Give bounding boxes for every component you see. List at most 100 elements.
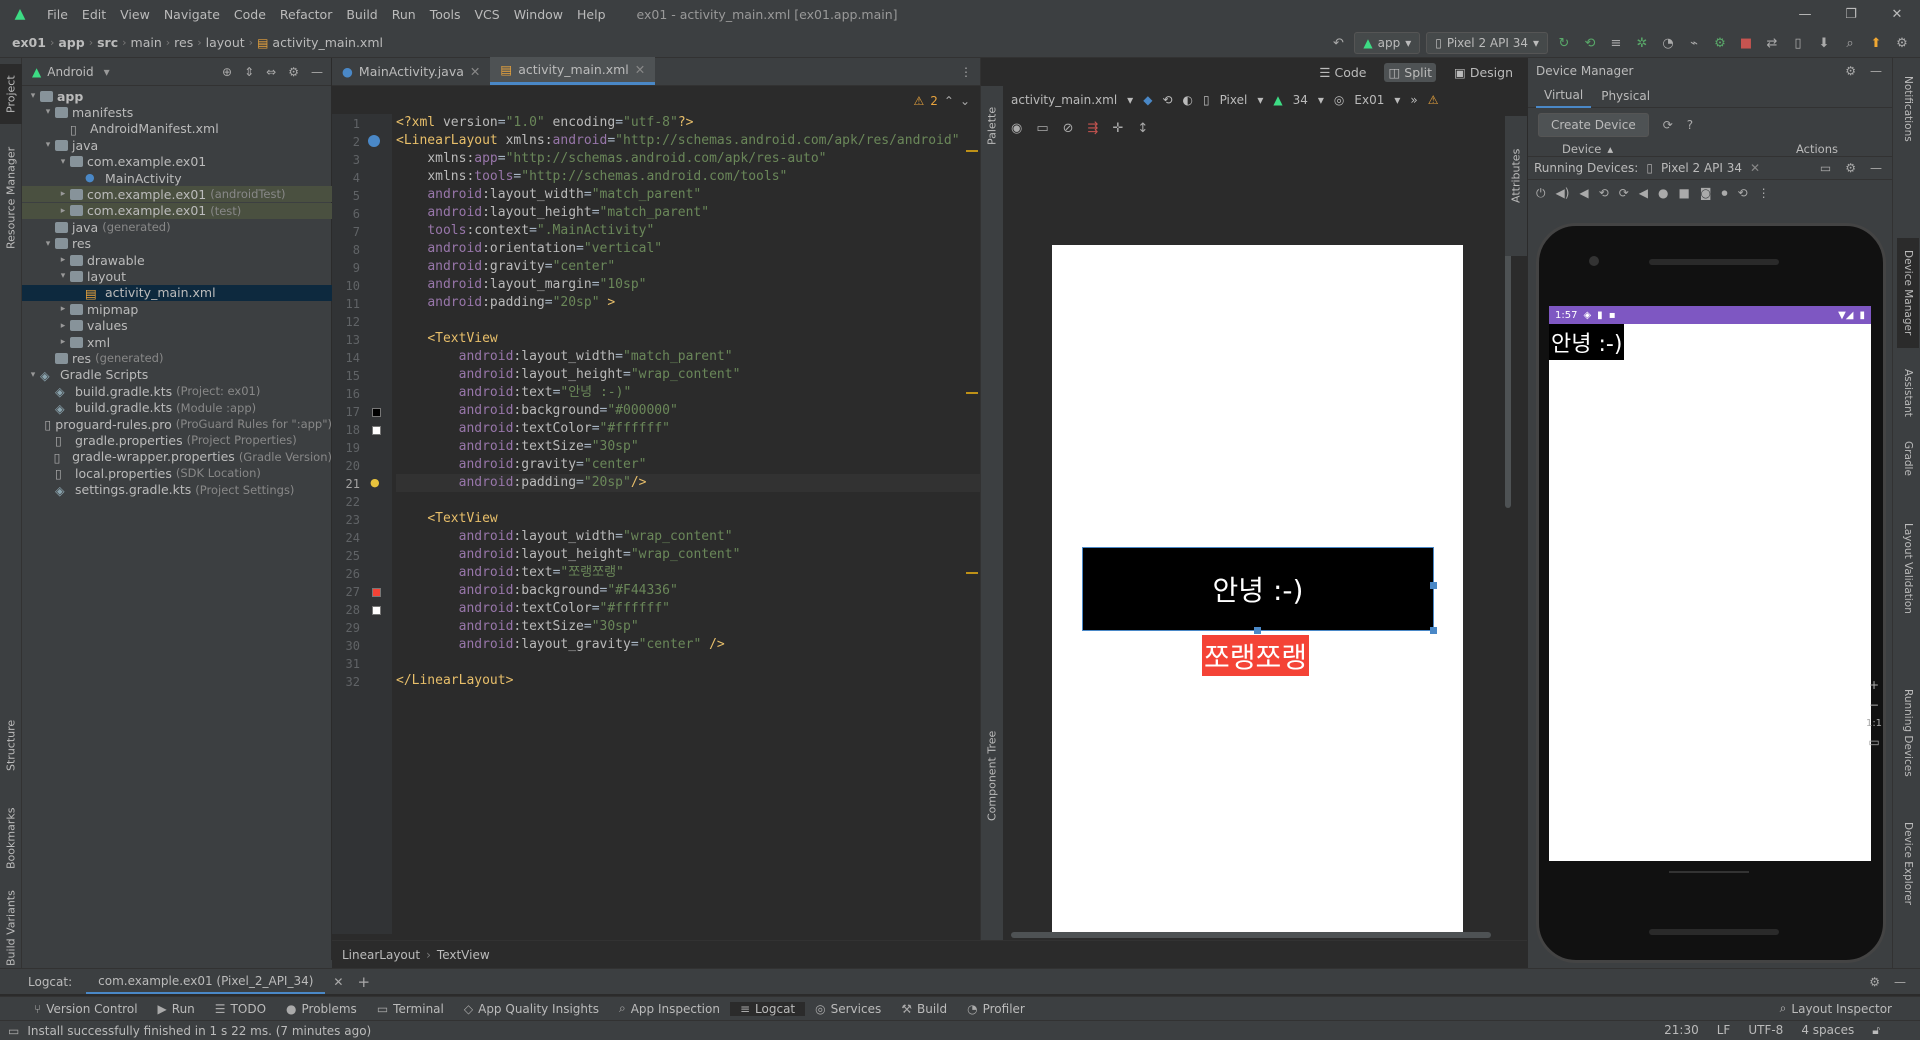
menu-build[interactable]: Build [339,7,384,22]
warning-stripe[interactable] [966,392,978,394]
zoom-1-1-button[interactable]: 1:1 [1866,718,1882,729]
minimize-icon[interactable]: — [1782,0,1828,28]
hide-icon[interactable]: — [1870,64,1882,78]
tree-item-java[interactable]: java (generated) [22,219,332,235]
tree-item-build-gradle-kts[interactable]: ◈ build.gradle.kts (Project: ex01) [22,383,332,400]
margin-icon[interactable]: ▭ [1036,121,1048,136]
crumb-textview[interactable]: TextView [437,948,490,962]
right-tool-tab-gradle[interactable]: Gradle [1897,428,1919,488]
menu-refactor[interactable]: Refactor [273,7,339,22]
palette-tab[interactable]: Palette [981,96,1003,156]
tree-item-gradle-scripts[interactable]: ▾ ◈ Gradle Scripts [22,367,332,383]
profile-icon[interactable]: ◔ [1658,33,1678,53]
class-marker-icon[interactable] [368,135,380,147]
tree-item-build-gradle-kts[interactable]: ◈ build.gradle.kts (Module :app) [22,400,332,416]
build-variants-tool-tab[interactable]: Build Variants [0,888,22,968]
vcs-back-icon[interactable]: ↶ [1328,33,1348,53]
eye-icon[interactable]: ◉ [1011,121,1022,136]
chevron-down-icon[interactable]: ▾ [56,271,70,281]
code-area[interactable]: <?xml version="1.0" encoding="utf-8"?> <L… [396,114,980,934]
horizontal-scrollbar[interactable] [22,960,332,968]
tree-item-com-example-ex01[interactable]: ▾ com.example.ex01 [22,154,332,170]
layout-preview-canvas[interactable]: 안녕 :-) 쪼랭쪼랭 [1052,245,1463,935]
chevron-right-icon[interactable]: ▸ [56,206,70,216]
tab-virtual[interactable]: Virtual [1536,84,1592,108]
add-tab-icon[interactable]: + [357,973,370,991]
layers-icon[interactable]: ◆ [1143,93,1152,107]
tree-item-res[interactable]: res (generated) [22,350,332,366]
tree-item-androidmanifest-xml[interactable]: ▯ AndroidManifest.xml [22,121,332,137]
tool-profiler[interactable]: ◔ Profiler [957,1002,1035,1016]
locate-icon[interactable]: ⊕ [222,65,232,79]
pan-icon[interactable]: ✛ [1112,121,1123,136]
warning-icon[interactable]: ⚠ [1428,93,1439,107]
resize-handle[interactable] [1430,627,1437,634]
tree-item-app[interactable]: ▾ app [22,88,332,104]
tree-item-xml[interactable]: ▸ xml [22,334,332,350]
device-dropdown[interactable]: ▯ Pixel 2 API 34 ▾ [1426,32,1548,54]
resource-manager-tool-tab[interactable]: Resource Manager [0,138,22,258]
refresh-icon[interactable]: ⟳ [1663,118,1673,132]
menu-file[interactable]: File [40,7,75,22]
tree-item-gradle-wrapper-properties[interactable]: ▯ gradle-wrapper.properties (Gradle Versio… [22,449,332,465]
night-mode-icon[interactable]: ◐ [1182,93,1192,107]
tool-terminal[interactable]: ▭ Terminal [367,1002,454,1016]
lightbulb-icon[interactable]: ● [370,476,380,489]
inspection-widget[interactable]: ⚠ 2 ⌃ ⌄ [913,94,970,108]
design-mode-button[interactable]: ▣ Design [1450,63,1517,82]
crumb-linearlayout[interactable]: LinearLayout [342,948,420,962]
orientation-icon[interactable]: ⟲ [1162,93,1172,107]
vertical-guide-icon[interactable]: ↕ [1137,121,1148,136]
constraints-icon[interactable]: ⊘ [1063,121,1074,136]
preview-textview-red[interactable]: 쪼랭쪼랭 [1202,635,1310,676]
infer-icon[interactable]: ⇶ [1088,121,1099,136]
tree-item-manifests[interactable]: ▾ manifests [22,104,332,120]
split-mode-button[interactable]: ◫ Split [1384,62,1437,82]
tree-item-layout[interactable]: ▾ layout [22,268,332,284]
menu-tools[interactable]: Tools [423,7,468,22]
structure-tool-tab[interactable]: Structure [0,708,22,783]
chevron-down-icon[interactable]: ▾ [41,140,55,150]
fit-screen-icon[interactable]: ▭ [1868,735,1879,749]
tree-item-settings-gradle-kts[interactable]: ◈ settings.gradle.kts (Project Settings) [22,482,332,498]
chevron-right-icon[interactable]: ▸ [56,337,70,347]
color-swatch[interactable] [372,588,381,597]
warning-stripe[interactable] [966,572,978,574]
running-device-tab[interactable]: Pixel 2 API 34 [1661,161,1742,175]
color-swatch[interactable] [372,606,381,615]
lock-icon[interactable]: 🔓︎ [1872,1023,1880,1038]
tool-version-control[interactable]: ⑂ Version Control [24,1002,148,1016]
tab-mainactivity[interactable]: ● MainActivity.java ✕ [332,57,490,85]
breadcrumb-item[interactable]: ex01 [8,35,50,50]
restore-icon[interactable]: ❐ [1828,0,1874,28]
menu-view[interactable]: View [113,7,157,22]
tab-physical[interactable]: Physical [1591,84,1660,108]
debug-icon[interactable]: ✲ [1632,33,1652,53]
tree-item-gradle-properties[interactable]: ▯ gradle.properties (Project Properties) [22,432,332,449]
tree-item-local-properties[interactable]: ▯ local.properties (SDK Location) [22,465,332,482]
power-icon[interactable]: ⏻ [1536,186,1546,201]
help-icon[interactable]: ? [1687,118,1693,132]
chevron-right-icon[interactable]: ▸ [56,255,70,265]
tree-item-proguard-rules-pro[interactable]: ▯ proguard-rules.pro (ProGuard Rules for "… [22,416,332,433]
gear-icon[interactable]: ⚙ [1845,64,1856,78]
chevron-down-icon[interactable]: ▾ [41,107,55,117]
update-icon[interactable]: ⬆ [1866,33,1886,53]
chevron-down-icon[interactable]: ▾ [104,65,110,79]
record-icon[interactable]: ⏺ [1722,186,1728,201]
tree-item-mainactivity[interactable]: ● MainActivity [22,170,332,186]
window-icon[interactable]: ▭ [1820,161,1831,175]
apply-changes-icon[interactable]: ⟲ [1580,33,1600,53]
logcat-tab[interactable]: com.example.ex01 (Pixel_2_API_34) [86,970,326,994]
sdk-manager-icon[interactable]: ⬇ [1814,33,1834,53]
snapshot-icon[interactable]: ⟲ [1738,186,1748,200]
attach-debugger-icon[interactable]: ⌁ [1684,33,1704,53]
project-tool-tab[interactable]: Project [0,64,22,124]
gear-icon[interactable]: ⚙ [1845,161,1856,175]
breadcrumb-item[interactable]: layout [202,35,249,50]
tree-item-com-example-ex01[interactable]: ▸ com.example.ex01 (test) [22,202,332,219]
color-swatch[interactable] [372,426,381,435]
stop-icon[interactable]: ■ [1736,33,1756,53]
screenshot-icon[interactable]: ◙ [1700,186,1712,200]
collapse-all-icon[interactable]: ⇔ [266,65,276,79]
